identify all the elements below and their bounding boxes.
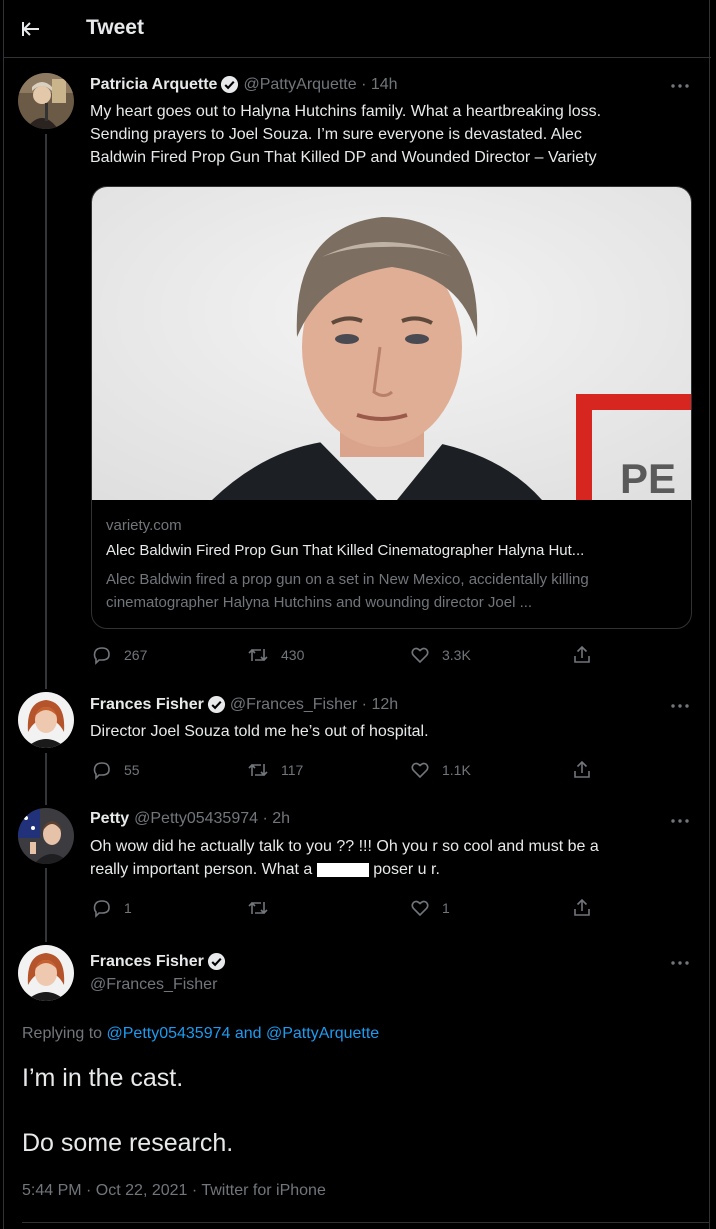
- verified-icon: [207, 695, 225, 714]
- like-count: 1: [442, 900, 450, 916]
- share-button[interactable]: [572, 898, 604, 918]
- more-icon[interactable]: [670, 83, 690, 89]
- tweet-text-line: Oh wow did he actually talk to you ?? !!…: [90, 838, 599, 855]
- like-button[interactable]: 1: [410, 898, 450, 918]
- reply-button[interactable]: 55: [92, 760, 140, 780]
- thread-connector: [45, 753, 47, 805]
- verified-icon: [207, 952, 225, 971]
- reply-icon: [93, 900, 110, 918]
- main-tweet-handle: @Frances_Fisher: [90, 976, 217, 994]
- replying-and: and: [230, 1025, 266, 1042]
- reply-count: 55: [124, 762, 140, 778]
- display-name[interactable]: Frances Fisher: [90, 696, 204, 714]
- tweet-text: Oh wow did he actually talk to you ?? !!…: [90, 835, 700, 881]
- reply-icon: [93, 647, 110, 665]
- replying-to: Replying to @Petty05435974 and @PattyArq…: [22, 1025, 379, 1043]
- like-count: 3.3K: [442, 647, 471, 663]
- tweet-text: My heart goes out to Halyna Hutchins fam…: [90, 100, 700, 169]
- share-icon: [574, 898, 590, 916]
- display-name[interactable]: Petty: [90, 810, 129, 828]
- more-icon[interactable]: [670, 818, 690, 824]
- tweet-header: Frances Fisher @Frances_Fisher · 12h: [90, 695, 398, 714]
- share-icon: [574, 645, 590, 663]
- reply-icon: [93, 762, 110, 780]
- more-icon[interactable]: [670, 960, 690, 966]
- tweet-text-line: Baldwin Fired Prop Gun That Killed DP an…: [90, 149, 597, 166]
- tweet-thread-page: Tweet Patricia Arquette @PattyArquette ·…: [3, 0, 711, 1229]
- retweet-button[interactable]: 430: [247, 645, 304, 665]
- divider: [22, 1222, 710, 1223]
- display-name[interactable]: Frances Fisher: [90, 953, 204, 971]
- avatar[interactable]: [18, 692, 74, 748]
- display-name[interactable]: Patricia Arquette: [90, 76, 217, 94]
- tweet-text-line: Sending prayers to Joel Souza. I’m sure …: [90, 126, 582, 143]
- handle[interactable]: @Frances_Fisher: [90, 976, 217, 994]
- card-description: Alec Baldwin fired a prop gun on a set i…: [106, 571, 589, 611]
- like-icon: [411, 762, 429, 779]
- main-tweet-name: Frances Fisher: [90, 952, 230, 971]
- retweet-icon: [248, 901, 268, 915]
- retweet-count: 117: [281, 762, 304, 778]
- mention-link[interactable]: @PattyArquette: [266, 1025, 379, 1042]
- handle-and-time[interactable]: @Frances_Fisher · 12h: [230, 696, 398, 714]
- share-button[interactable]: [572, 645, 604, 665]
- tweet-text-part: really important person. What a: [90, 861, 317, 878]
- top-bar: Tweet: [4, 0, 711, 58]
- retweet-button[interactable]: 117: [247, 760, 303, 780]
- tweet-text-line: really important person. What a poser u …: [90, 858, 700, 881]
- retweet-icon: [248, 648, 268, 662]
- card-image: PE: [92, 187, 691, 500]
- like-icon: [411, 647, 429, 664]
- handle-and-time[interactable]: @PattyArquette · 14h: [243, 76, 397, 94]
- retweet-button[interactable]: [247, 898, 281, 918]
- avatar[interactable]: [18, 945, 74, 1001]
- avatar[interactable]: [18, 808, 74, 864]
- tweet-header: Petty @Petty05435974 · 2h: [90, 810, 290, 828]
- reply-count: 267: [124, 647, 148, 663]
- back-arrow-icon[interactable]: [20, 18, 42, 40]
- link-preview-card[interactable]: PE variety.com Alec Baldwin Fired Prop G…: [91, 186, 692, 629]
- like-icon: [411, 900, 429, 917]
- tweet-header: Patricia Arquette @PattyArquette · 14h: [90, 75, 398, 94]
- reply-button[interactable]: 1: [92, 898, 132, 918]
- more-icon[interactable]: [670, 703, 690, 709]
- share-icon: [574, 760, 590, 778]
- thread-connector: [45, 868, 47, 942]
- tweet-timestamp[interactable]: 5:44 PM · Oct 22, 2021 · Twitter for iPh…: [22, 1182, 326, 1200]
- retweet-icon: [248, 763, 268, 777]
- tweet-text-line: My heart goes out to Halyna Hutchins fam…: [90, 103, 602, 120]
- card-image-text: PE: [620, 455, 676, 500]
- page-title: Tweet: [86, 16, 144, 39]
- replying-prefix: Replying to: [22, 1025, 107, 1042]
- like-count: 1.1K: [442, 762, 471, 778]
- reply-button[interactable]: 267: [92, 645, 147, 665]
- handle-and-time[interactable]: @Petty05435974 · 2h: [134, 810, 290, 828]
- like-button[interactable]: 3.3K: [410, 645, 471, 665]
- avatar[interactable]: [18, 73, 74, 129]
- thread-connector: [45, 134, 47, 689]
- tweet-text: Director Joel Souza told me he’s out of …: [90, 723, 429, 740]
- tweet-text-part: poser u r.: [368, 861, 440, 878]
- main-tweet-text-line: Do some research.: [22, 1129, 234, 1157]
- main-tweet-text-line: I’m in the cast.: [22, 1064, 184, 1092]
- verified-icon: [221, 75, 239, 94]
- card-domain: variety.com: [106, 517, 182, 534]
- card-title: Alec Baldwin Fired Prop Gun That Killed …: [106, 542, 585, 559]
- censored-word: [316, 862, 369, 877]
- share-button[interactable]: [572, 760, 604, 780]
- mention-link[interactable]: @Petty05435974: [107, 1025, 231, 1042]
- reply-count: 1: [124, 900, 132, 916]
- retweet-count: 430: [281, 647, 305, 663]
- like-button[interactable]: 1.1K: [410, 760, 471, 780]
